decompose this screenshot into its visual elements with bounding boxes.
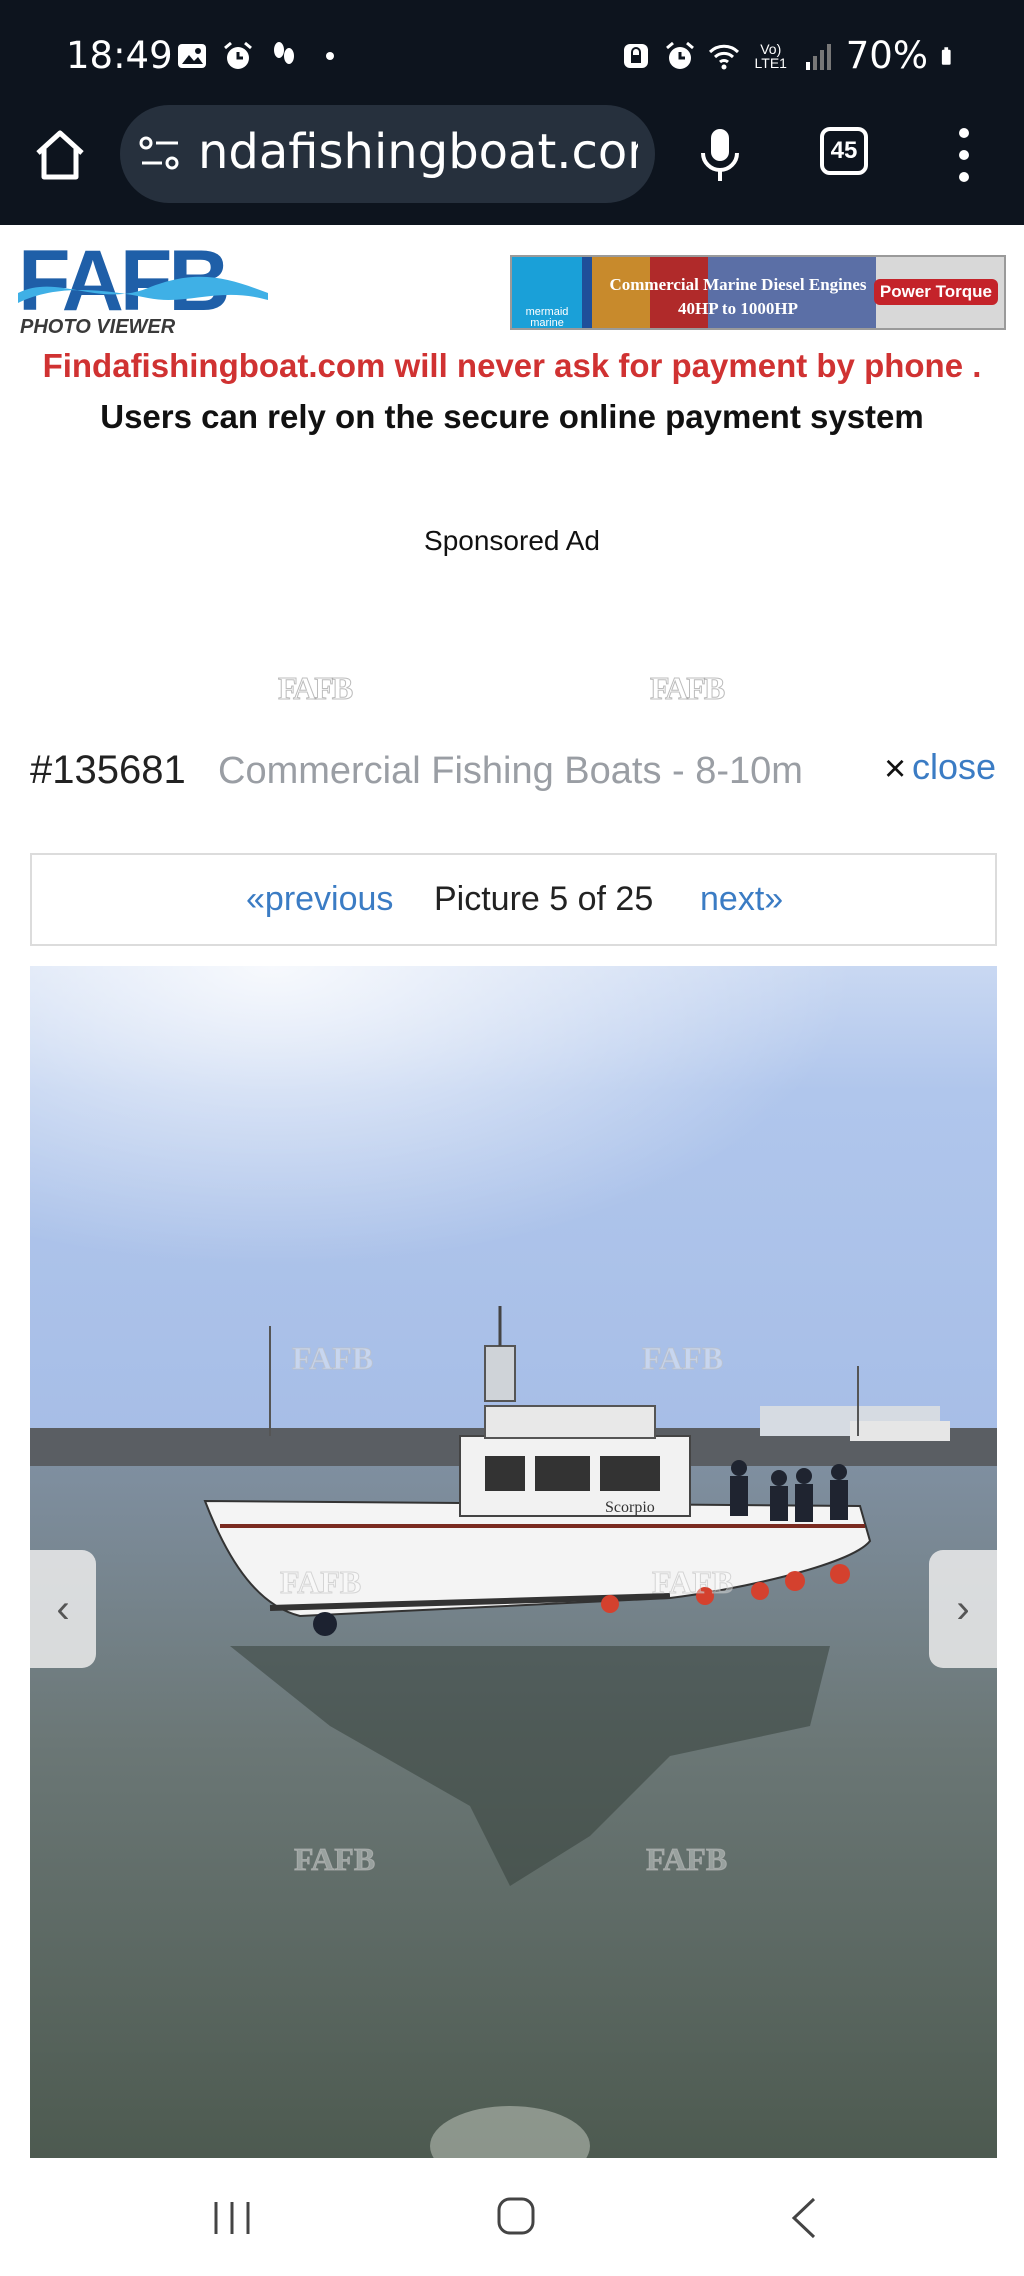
- photo-watermark: FAFB: [294, 1841, 375, 1877]
- photo-prev-arrow[interactable]: ‹: [30, 1550, 96, 1668]
- banner-mermaid-logo: mermaid marine: [512, 257, 582, 328]
- banner-line-1: Commercial Marine Diesel Engines: [609, 275, 867, 294]
- url-text[interactable]: ndafishingboat.com: [198, 124, 638, 180]
- system-nav-bar: [0, 2158, 1024, 2276]
- photo-pager: «previous Picture 5 of 25 next»: [30, 853, 997, 946]
- boat-photo[interactable]: Scorpio FAFB FAFB FAFB FAFB FAFB FAFB: [30, 966, 997, 2158]
- status-icons-right: Vo) LTE1 70%: [620, 34, 960, 77]
- photo-next-arrow[interactable]: ›: [929, 1550, 997, 1668]
- photo-watermark: FAFB: [652, 1564, 733, 1600]
- microphone-icon[interactable]: [695, 125, 745, 185]
- battery-icon: [941, 46, 951, 65]
- lock-icon: [623, 43, 648, 68]
- alarm-icon: [665, 41, 694, 69]
- home-icon[interactable]: [30, 125, 90, 185]
- alarm-icon: [224, 41, 252, 69]
- previous-link[interactable]: «previous: [246, 880, 393, 919]
- signal-icon: [805, 43, 831, 70]
- photo-watermark: FAFB: [280, 1564, 361, 1600]
- close-icon[interactable]: ×: [884, 748, 906, 791]
- boat-photo-image: Scorpio FAFB FAFB FAFB FAFB FAFB FAFB: [30, 966, 997, 2158]
- sponsored-ad-label: Sponsored Ad: [424, 525, 600, 556]
- listing-id: #135681: [30, 748, 186, 792]
- steps-icon: [274, 42, 294, 64]
- back-icon[interactable]: [790, 2196, 818, 2240]
- address-bar[interactable]: ndafishingboat.com: [120, 105, 655, 203]
- status-time: 18:49: [66, 34, 173, 77]
- battery-percent: 70%: [845, 34, 928, 77]
- tab-switcher-button[interactable]: 45: [820, 127, 868, 175]
- gallery-icon: [178, 44, 206, 68]
- recent-apps-icon[interactable]: [212, 2200, 252, 2236]
- photo-watermark: FAFB: [642, 1340, 723, 1376]
- watermark: FAFB: [277, 670, 353, 707]
- dot-icon: [326, 52, 334, 60]
- wifi-icon: [708, 44, 739, 69]
- logo-subtitle: PHOTO VIEWER: [20, 316, 176, 338]
- watermark: FAFB: [649, 670, 725, 707]
- listing-category[interactable]: Commercial Fishing Boats - 8-10m: [218, 750, 803, 793]
- banner-power-torque: Power Torque: [873, 279, 998, 305]
- sponsor-banner[interactable]: mermaid marine Commercial Marine Diesel …: [510, 255, 1006, 330]
- boat-name-text: Scorpio: [605, 1499, 655, 1516]
- volte-label: Vo) LTE1: [754, 40, 787, 71]
- banner-line-2: 40HP to 1000HP: [678, 299, 798, 318]
- close-button[interactable]: close: [912, 746, 996, 788]
- payment-warning: Findafishingboat.com will never ask for …: [42, 347, 982, 384]
- home-nav-icon[interactable]: [496, 2196, 536, 2236]
- site-info-icon[interactable]: [138, 135, 182, 173]
- picture-counter: Picture 5 of 25: [434, 880, 654, 918]
- more-menu-icon[interactable]: [952, 123, 976, 187]
- status-bar: 18:49 Vo) LTE1 70%: [0, 0, 1024, 105]
- status-icons-left: [176, 40, 346, 72]
- browser-toolbar: ndafishingboat.com 45: [0, 105, 1024, 225]
- photo-watermark: FAFB: [292, 1340, 373, 1376]
- secure-payment-notice: Users can rely on the secure online paym…: [100, 398, 924, 435]
- next-link[interactable]: next»: [700, 880, 783, 919]
- photo-watermark: FAFB: [646, 1841, 727, 1877]
